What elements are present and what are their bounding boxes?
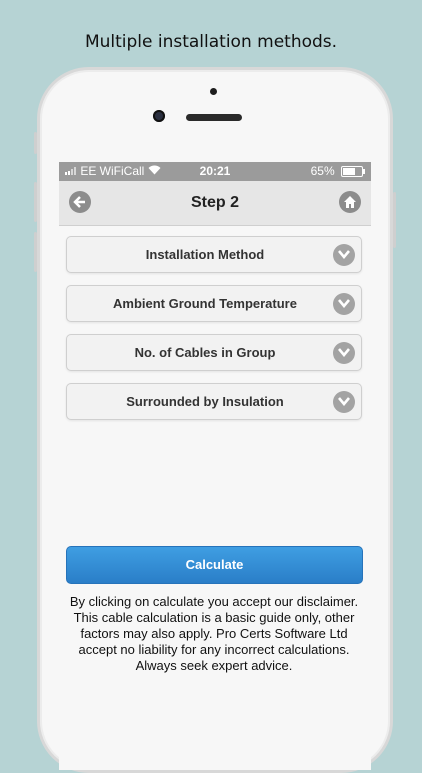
installation-method-select[interactable]: Installation Method [66,236,362,273]
proximity-sensor [210,88,217,95]
phone-volume-up-button [34,182,37,222]
surrounded-by-insulation-select[interactable]: Surrounded by Insulation [66,383,362,420]
front-camera [153,110,165,122]
phone-power-button [393,192,396,248]
chevron-down-icon [333,391,355,413]
chevron-down-icon [333,244,355,266]
home-icon [344,196,356,208]
phone-side-button [34,132,37,154]
earpiece-speaker [186,114,242,121]
battery-percent: 65% [310,164,335,178]
phone-volume-down-button [34,232,37,272]
cables-in-group-select[interactable]: No. of Cables in Group [66,334,362,371]
chevron-down-icon [333,342,355,364]
select-label: Surrounded by Insulation [126,394,284,409]
chevron-down-icon [333,293,355,315]
status-bar: EE WiFiCall 20:21 65% [59,162,371,181]
phone-frame: EE WiFiCall 20:21 65% Step 2 Installatio… [34,67,396,773]
header-bar: Step 2 [59,181,371,226]
disclaimer-text: By clicking on calculate you accept our … [69,594,359,673]
battery-level [343,168,355,176]
app-screen: EE WiFiCall 20:21 65% Step 2 Installatio… [59,162,371,770]
select-label: Installation Method [145,247,265,262]
ambient-ground-temperature-select[interactable]: Ambient Ground Temperature [66,285,362,322]
caption: Multiple installation methods. [84,32,338,52]
select-label: No. of Cables in Group [134,345,276,360]
battery-icon [341,166,365,178]
battery-indicator: 65% [310,164,365,178]
page-title: Step 2 [190,194,239,211]
select-label: Ambient Ground Temperature [113,296,297,311]
calculate-button[interactable]: Calculate [66,546,363,584]
home-button[interactable] [339,191,361,213]
